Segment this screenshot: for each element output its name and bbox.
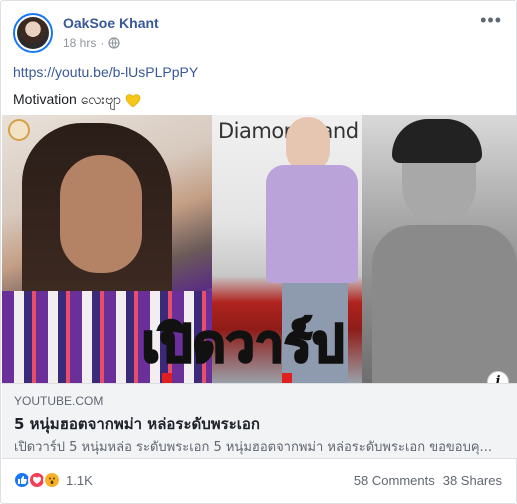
author-avatar[interactable] <box>13 13 53 53</box>
avatar-image <box>17 17 49 49</box>
reactions-summary[interactable]: 1.1K <box>13 471 93 489</box>
comments-count[interactable]: 58 Comments <box>354 473 435 488</box>
post-status: Motivation လေးဗျာ <box>13 90 141 111</box>
facebook-post-card: OakSoe Khant 18 hrs · ••• https://youtu.… <box>0 0 517 504</box>
link-preview-box[interactable]: YOUTUBE.COM 5 หนุ่มฮอตจากพม่า หล่อระดับพ… <box>2 383 517 459</box>
link-description: เปิดวาร์ป 5 หนุ่มหล่อ ระดับพระเอก 5 หนุ่… <box>14 440 492 455</box>
wow-icon <box>43 471 61 489</box>
photo-face <box>60 155 142 273</box>
photo-shirt <box>266 165 358 283</box>
preview-overlay-text: เปิดวาร์ป <box>140 314 346 375</box>
photo-hair <box>392 119 482 163</box>
more-options-icon[interactable]: ••• <box>480 11 502 29</box>
post-link[interactable]: https://youtu.be/b-lUsPLPpPY <box>13 64 198 80</box>
reactions-count[interactable]: 1.1K <box>66 473 93 488</box>
photo-body <box>372 225 517 383</box>
channel-badge-icon <box>8 119 30 141</box>
meta-separator: · <box>100 36 105 50</box>
link-title[interactable]: 5 หนุ่มฮอตจากพม่า หล่อระดับพระเอก <box>14 412 260 436</box>
post-timestamp[interactable]: 18 hrs <box>63 36 96 50</box>
author-name[interactable]: OakSoe Khant <box>63 15 159 31</box>
preview-photo-right <box>362 115 517 383</box>
globe-icon[interactable] <box>108 37 120 49</box>
link-domain: YOUTUBE.COM <box>14 394 104 408</box>
engagement-counts: 58 Comments 38 Shares <box>354 473 502 488</box>
overlay-decoration <box>162 373 352 383</box>
link-preview-image[interactable]: DiamondLand เปิดวาร์ป i <box>2 115 517 383</box>
status-text: Motivation လေးဗျာ <box>13 91 121 107</box>
post-meta: 18 hrs · <box>63 36 120 50</box>
yellow-heart-icon <box>125 93 141 107</box>
shares-count[interactable]: 38 Shares <box>443 473 502 488</box>
